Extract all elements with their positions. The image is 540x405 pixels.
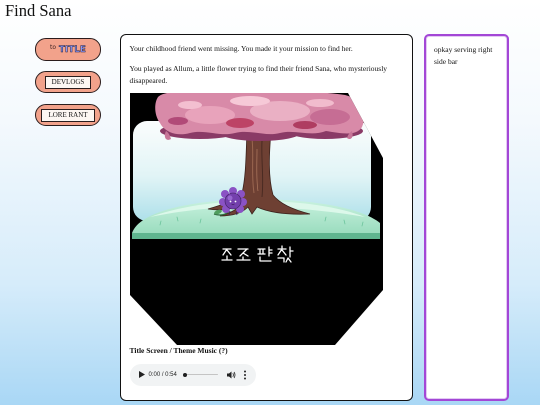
more-options-icon — [243, 370, 246, 379]
main-content-panel: Your childhood friend went missing. You … — [120, 34, 413, 401]
to-title-button[interactable]: to TITLE — [35, 38, 101, 61]
lore-rant-button[interactable]: LORE RANT — [35, 104, 101, 126]
audio-progress-slider[interactable] — [183, 372, 218, 377]
to-title-label: TITLE — [59, 44, 86, 55]
to-title-prefix: to — [49, 44, 57, 51]
devlogs-label: DEVLOGS — [44, 75, 92, 89]
art-tree-canopy — [154, 92, 364, 141]
volume-icon — [226, 371, 235, 378]
play-button[interactable] — [138, 371, 145, 378]
volume-button[interactable] — [226, 371, 236, 379]
audio-player: 0:00 / 0:54 — [129, 363, 256, 386]
intro-text: Your childhood friend went missing. You … — [130, 43, 400, 95]
audio-time-display: 0:00 / 0:54 — [148, 371, 177, 378]
title-screen-image — [129, 92, 383, 345]
audio-progress-thumb[interactable] — [183, 372, 187, 377]
play-icon — [138, 371, 145, 378]
site-title: Find Sana — [5, 1, 72, 20]
media-caption: Title Screen / Theme Music (?) — [129, 346, 228, 355]
devlogs-button[interactable]: DEVLOGS — [35, 71, 101, 93]
more-options-button[interactable] — [243, 370, 247, 380]
intro-paragraph: Your childhood friend went missing. You … — [129, 44, 353, 53]
lore-rant-label: LORE RANT — [41, 108, 95, 122]
intro-paragraph: You played as Allum, a little flower try… — [129, 64, 388, 85]
right-sidebar: opkay serving right side bar — [424, 34, 509, 401]
sidebar-text: opkay serving right side bar — [434, 45, 493, 66]
